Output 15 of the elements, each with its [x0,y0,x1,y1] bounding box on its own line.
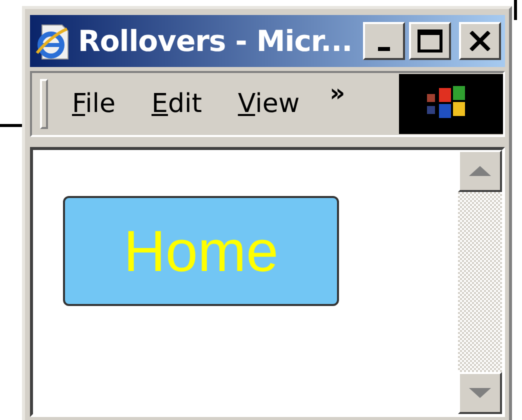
toolbar-grip[interactable] [40,79,48,129]
more-chevron[interactable]: » [330,79,346,107]
minimize-icon [378,47,390,51]
menu-item[interactable]: Edit [152,89,202,119]
menu-item[interactable]: File [72,89,116,119]
maximize-icon [417,29,443,53]
close-button[interactable] [459,22,501,60]
maximize-button[interactable] [409,22,451,60]
window-title: Rollovers - Micr... [78,24,354,58]
menu-item[interactable]: View [238,89,300,119]
close-icon [469,31,491,51]
scroll-down-arrow-icon [469,388,491,398]
minimize-button[interactable] [363,22,405,60]
vertical-scrollbar[interactable] [458,150,502,414]
scroll-up-arrow-icon [469,166,491,176]
